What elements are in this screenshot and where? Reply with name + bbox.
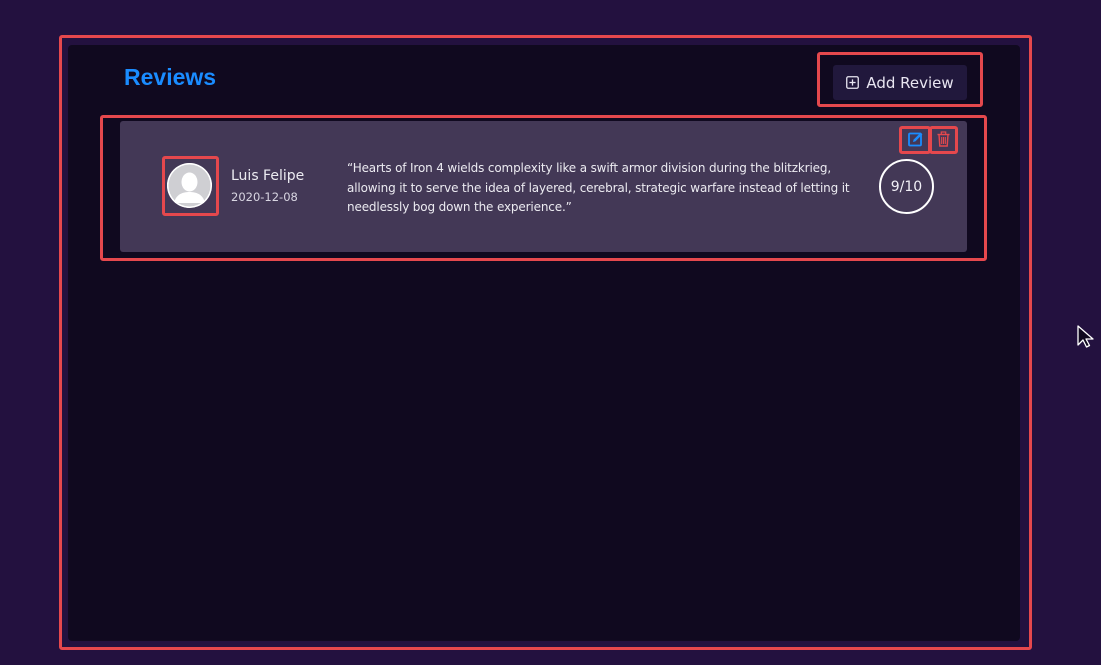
review-date: 2020-12-08 <box>231 190 298 204</box>
add-review-button[interactable]: Add Review <box>833 65 967 100</box>
review-score: 9/10 <box>879 159 934 214</box>
plus-square-icon <box>846 76 860 89</box>
review-score-value: 9/10 <box>890 178 923 195</box>
delete-review-button[interactable] <box>932 130 954 150</box>
mouse-cursor-icon <box>1077 325 1097 353</box>
trash-icon <box>936 130 951 150</box>
add-review-label: Add Review <box>866 73 954 92</box>
edit-icon <box>908 131 924 150</box>
reviewer-name: Luis Felipe <box>231 168 305 184</box>
page-title: Reviews <box>124 64 217 90</box>
edit-review-button[interactable] <box>905 130 927 150</box>
user-avatar-icon <box>167 163 212 208</box>
review-text: “Hearts of Iron 4 wields complexity like… <box>347 161 850 214</box>
